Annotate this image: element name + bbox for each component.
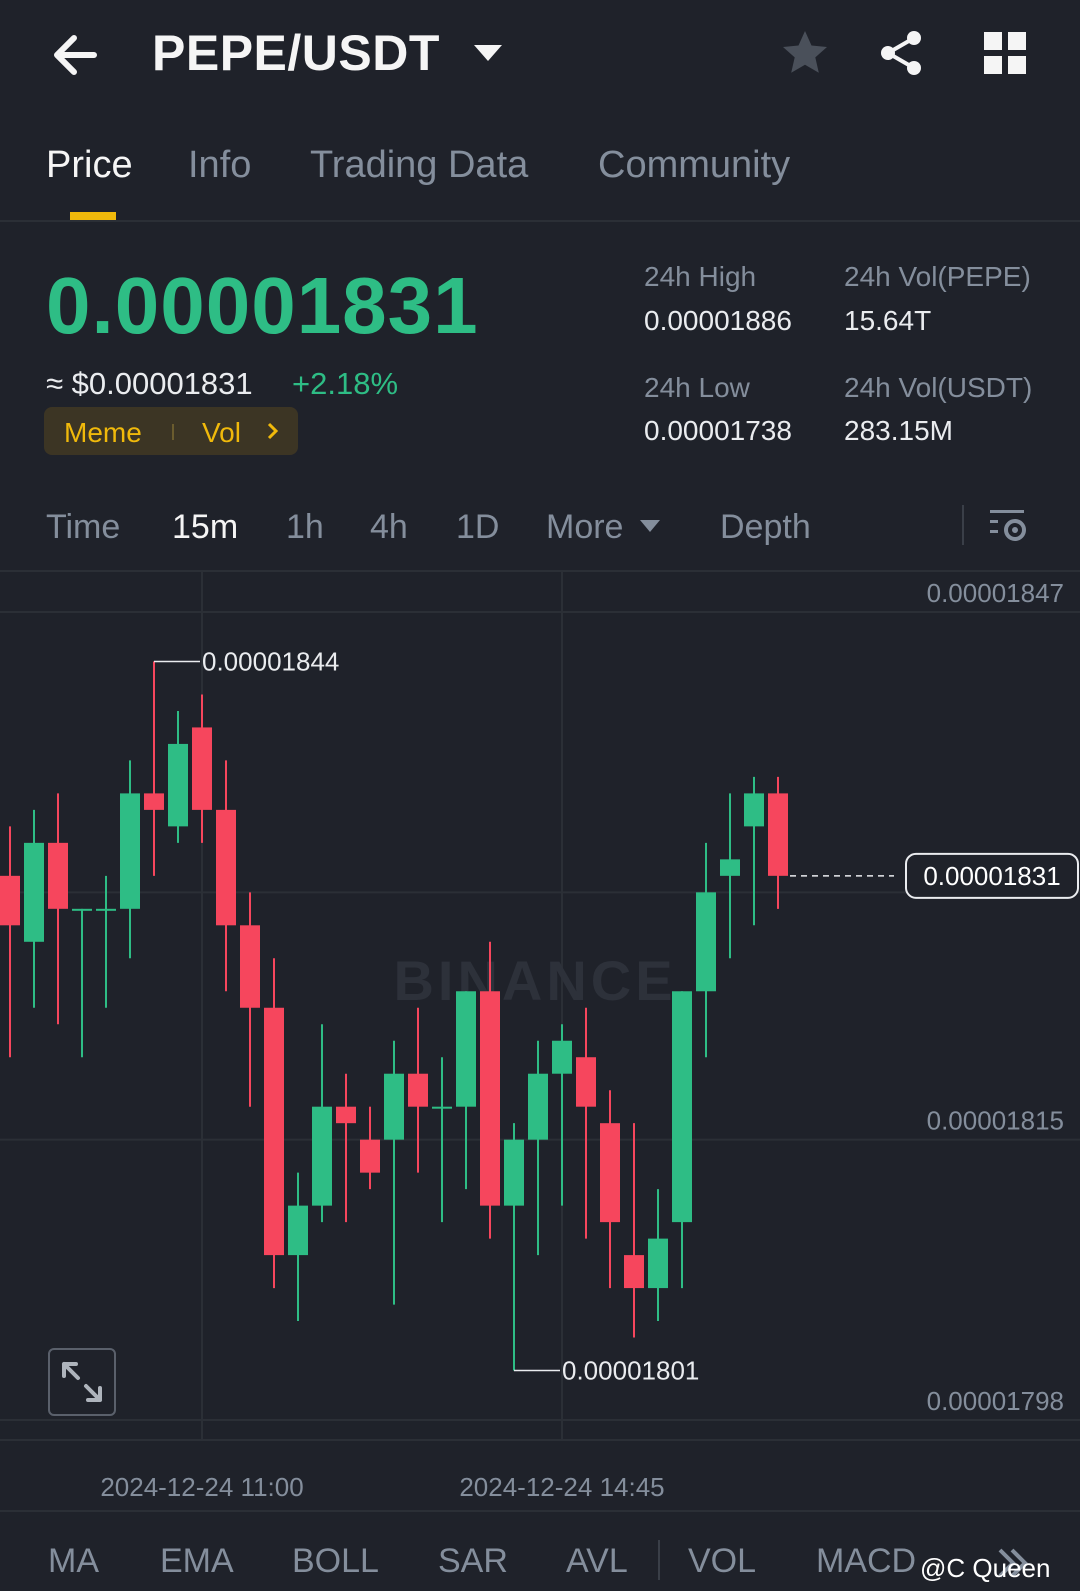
low-value: 0.00001738 xyxy=(644,415,792,446)
favorite-star-icon[interactable] xyxy=(780,28,830,78)
main-tabs: Price Info Trading Data Community xyxy=(0,112,1080,222)
tab-trading-data[interactable]: Trading Data xyxy=(310,144,528,187)
chevron-right-icon xyxy=(267,422,279,440)
indicator-divider xyxy=(658,1540,660,1580)
more-caret-icon[interactable] xyxy=(638,518,662,534)
interval-more[interactable]: More xyxy=(546,508,623,547)
back-arrow-icon[interactable] xyxy=(48,28,102,82)
candle-body xyxy=(120,793,140,909)
interval-4h[interactable]: 4h xyxy=(370,508,408,547)
x-tick-label: 2024-12-24 14:45 xyxy=(459,1472,664,1502)
active-tab-indicator xyxy=(70,212,116,220)
pair-dropdown-caret-icon[interactable] xyxy=(472,42,504,64)
tag-chip[interactable]: Meme Vol xyxy=(44,407,298,455)
vol-quote-label: 24h Vol(USDT) xyxy=(844,372,1033,403)
candle-body xyxy=(576,1057,596,1107)
indicator-bar-divider xyxy=(0,1510,1080,1512)
last-price: 0.00001831 xyxy=(46,261,479,350)
low-label: 24h Low xyxy=(644,372,750,403)
min-price-label: 0.00001801 xyxy=(562,1356,699,1386)
candle-body xyxy=(192,727,212,810)
vol-base-label: 24h Vol(PEPE) xyxy=(844,261,1031,292)
interval-time[interactable]: Time xyxy=(46,508,120,547)
candle-body xyxy=(360,1139,380,1173)
top-bar: PEPE/USDT xyxy=(0,0,1080,112)
candle-body xyxy=(240,925,260,1008)
x-tick-label: 2024-12-24 11:00 xyxy=(100,1472,303,1502)
candle-body xyxy=(456,991,476,1107)
tag-vol[interactable]: Vol xyxy=(202,417,241,449)
candle-body xyxy=(48,842,68,909)
candle-body xyxy=(384,1073,404,1140)
candle-body xyxy=(24,842,44,942)
pair-title[interactable]: PEPE/USDT xyxy=(152,24,440,82)
candle-body xyxy=(0,875,20,926)
y-tick-label: 0.00001847 xyxy=(927,578,1064,608)
tab-info[interactable]: Info xyxy=(188,144,251,187)
vol-quote-value: 283.15M xyxy=(844,415,953,446)
current-price-label: 0.00001831 xyxy=(923,861,1060,891)
candlestick-chart[interactable]: BINANCE 0.000018470.000018300.000018150.… xyxy=(0,572,1080,1520)
toolbar-divider xyxy=(962,505,964,545)
interval-15m[interactable]: 15m xyxy=(172,508,238,547)
candle-body xyxy=(288,1205,308,1256)
high-label: 24h High xyxy=(644,261,757,292)
candle-body xyxy=(648,1238,668,1289)
candle-body xyxy=(312,1106,332,1206)
share-icon[interactable] xyxy=(876,28,926,78)
candle-body xyxy=(480,991,500,1206)
candle-body xyxy=(696,892,716,992)
max-price-label: 0.00001844 xyxy=(202,646,339,676)
candle-body xyxy=(624,1255,644,1289)
indicator-boll[interactable]: BOLL xyxy=(292,1542,379,1581)
indicator-sar[interactable]: SAR xyxy=(438,1542,508,1581)
change-percent: +2.18% xyxy=(292,366,399,401)
candle-body xyxy=(96,908,116,911)
y-tick-label: 0.00001798 xyxy=(927,1386,1064,1416)
candle-body xyxy=(216,809,236,926)
fiat-price: ≈ $0.00001831 xyxy=(46,366,253,401)
indicator-macd[interactable]: MACD xyxy=(816,1542,916,1581)
y-tick-label: 0.00001815 xyxy=(927,1106,1064,1136)
tag-separator xyxy=(172,424,174,440)
high-value: 0.00001886 xyxy=(644,305,792,336)
candle-body xyxy=(744,793,764,827)
candle-body xyxy=(528,1073,548,1140)
creator-watermark: @C Queen xyxy=(920,1553,1051,1583)
candle-body xyxy=(408,1073,428,1107)
candle-body xyxy=(600,1123,620,1223)
layout-grid-icon[interactable] xyxy=(982,30,1028,76)
candle-body xyxy=(720,859,740,876)
expand-chart-icon[interactable] xyxy=(48,1348,116,1416)
indicator-ema[interactable]: EMA xyxy=(160,1542,234,1581)
chart-settings-icon[interactable] xyxy=(988,504,1030,546)
candle-body xyxy=(168,743,188,827)
interval-1h[interactable]: 1h xyxy=(286,508,324,547)
candles-group xyxy=(0,661,788,1371)
tag-meme[interactable]: Meme xyxy=(64,417,142,449)
indicator-vol[interactable]: VOL xyxy=(688,1542,756,1581)
candle-body xyxy=(264,1007,284,1256)
candle-body xyxy=(336,1106,356,1124)
candle-body xyxy=(432,1106,452,1109)
chart-watermark: BINANCE xyxy=(393,949,676,1012)
candle-body xyxy=(768,793,788,876)
interval-1d[interactable]: 1D xyxy=(456,508,499,547)
candle-body xyxy=(72,908,92,911)
candle-body xyxy=(552,1040,572,1074)
indicator-ma[interactable]: MA xyxy=(48,1542,99,1581)
tab-price[interactable]: Price xyxy=(46,144,133,187)
chart-labels: 0.000018470.000018300.000018150.00001798… xyxy=(100,578,1079,1502)
tab-community[interactable]: Community xyxy=(598,144,790,187)
depth-tab[interactable]: Depth xyxy=(720,508,811,547)
indicator-avl[interactable]: AVL xyxy=(566,1542,628,1581)
candle-body xyxy=(672,991,692,1223)
vol-base-value: 15.64T xyxy=(844,305,932,336)
candle-body xyxy=(144,793,164,810)
candle-body xyxy=(504,1139,524,1206)
